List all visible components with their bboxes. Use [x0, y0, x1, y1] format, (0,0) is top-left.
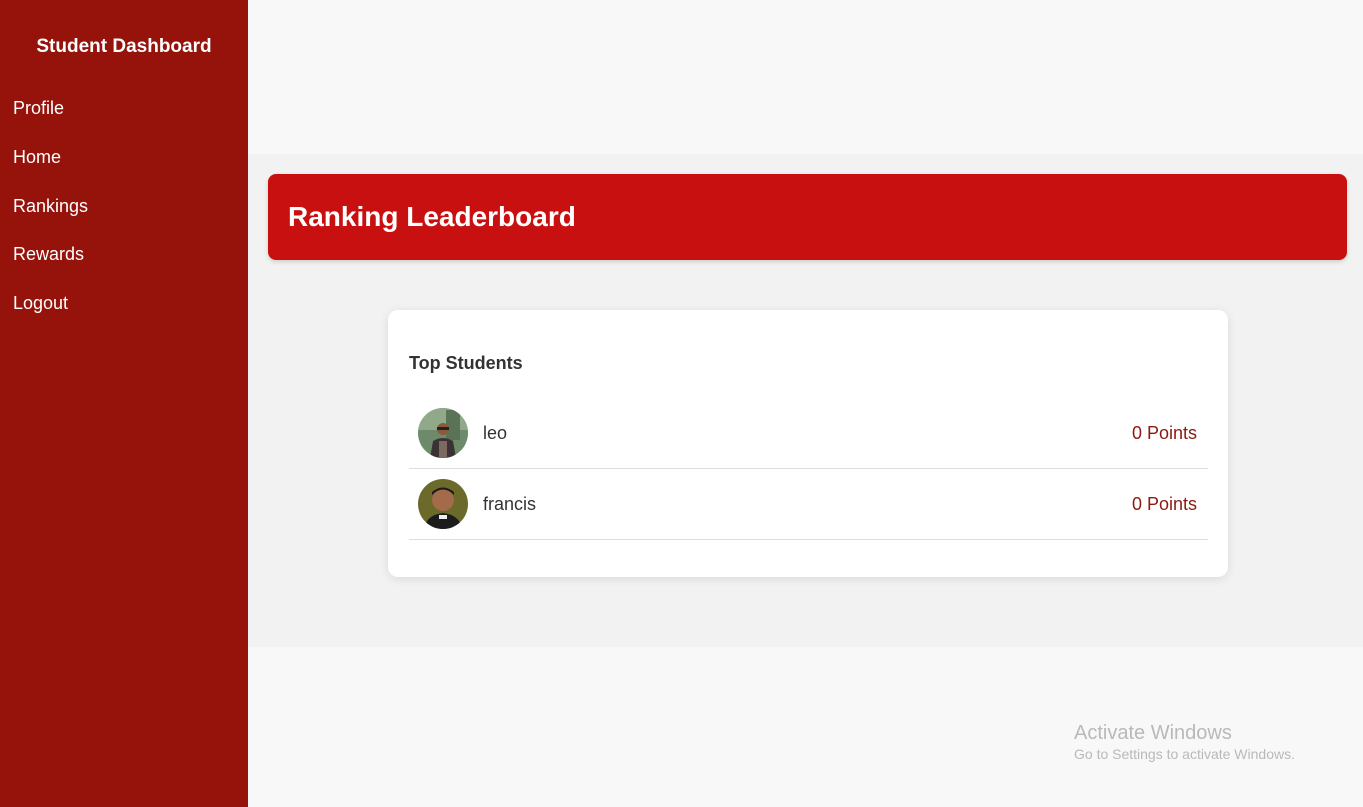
sidebar-title: Student Dashboard [36, 36, 212, 57]
leaderboard-row: leo 0 Points [409, 398, 1208, 469]
leaderboard-heading: Top Students [409, 353, 523, 373]
leaderboard-banner: Ranking Leaderboard [268, 174, 1347, 260]
sidebar-item-logout[interactable]: Logout [13, 291, 68, 315]
student-name: leo [483, 423, 508, 443]
sidebar-item-rankings[interactable]: Rankings [13, 194, 88, 218]
user-photo-avatar-icon [418, 479, 468, 529]
student-name: francis [483, 494, 537, 514]
page-title: Ranking Leaderboard [288, 201, 576, 232]
watermark-subtitle: Go to Settings to activate Windows. [1074, 746, 1295, 762]
student-points: 0 Points [1131, 494, 1197, 514]
leaderboard-card: Top Students leo 0 Points francis 0 Poin… [388, 310, 1228, 577]
watermark-title: Activate Windows [1074, 722, 1232, 744]
student-points: 0 Points [1131, 423, 1197, 443]
user-photo-avatar-icon [418, 408, 468, 458]
activate-windows-watermark: Activate Windows Go to Settings to activ… [1074, 721, 1295, 763]
leaderboard-row: francis 0 Points [409, 469, 1208, 540]
sidebar-item-home[interactable]: Home [13, 145, 61, 169]
sidebar-item-profile[interactable]: Profile [13, 96, 64, 120]
sidebar: Student Dashboard Profile Home Rankings … [0, 0, 248, 807]
sidebar-item-rewards[interactable]: Rewards [13, 242, 84, 266]
